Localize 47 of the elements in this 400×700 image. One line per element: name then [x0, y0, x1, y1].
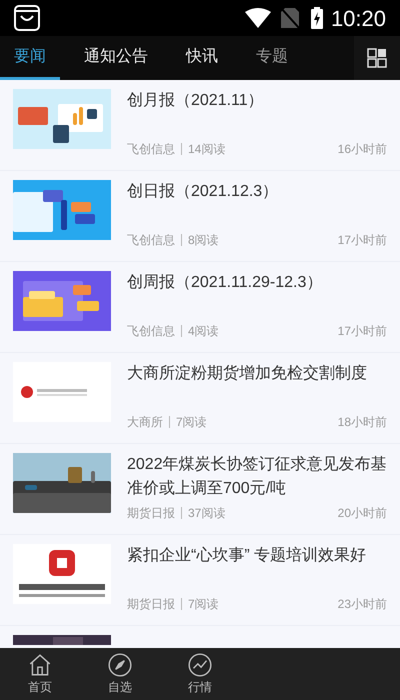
grid-icon [367, 48, 387, 68]
article-source: 飞创信息 [127, 232, 175, 249]
home-icon [27, 652, 53, 678]
read-count: 37阅读 [188, 505, 226, 522]
article-time: 17小时前 [338, 232, 387, 249]
read-count: 14阅读 [188, 141, 226, 158]
status-time: 10:20 [330, 4, 386, 32]
article-title: 紧扣企业“心坎事” 专题培训效果好 [127, 546, 368, 566]
article-title: 创周报（2021.11.29-12.3） [127, 273, 324, 293]
no-sim-icon [280, 8, 299, 28]
article-time: 16小时前 [338, 141, 387, 158]
article-title: 创月报（2021.11） [127, 91, 265, 111]
app-notification-icon [14, 5, 40, 31]
article-row[interactable]: 紧扣企业“心坎事” 专题培训效果好 期货日报 7阅读 23小时前 [0, 535, 400, 626]
article-title: 大商所淀粉期货增加免检交割制度 [127, 364, 368, 384]
read-count: 7阅读 [188, 596, 219, 613]
tab[interactable]: 要闻 [0, 36, 60, 80]
bottom-nav-tab[interactable]: 首页 [0, 648, 80, 700]
read-count: 7阅读 [176, 414, 207, 431]
article-source: 期货日报 [127, 505, 175, 522]
compass-icon [107, 652, 133, 678]
article-row[interactable]: 创月报（2021.11） 飞创信息 14阅读 16小时前 [0, 80, 400, 171]
chart-icon [187, 652, 213, 678]
bottom-nav-tab[interactable]: 行情 [160, 648, 240, 700]
tab[interactable]: 快讯 [172, 36, 232, 80]
tab[interactable]: 专题 [242, 36, 302, 80]
battery-charging-icon [310, 7, 323, 29]
article-row[interactable]: 2022年煤炭长协签订征求意见发布基准价或上调至700元/吨 期货日报 37阅读 20小时前 [0, 444, 400, 535]
read-count: 8阅读 [188, 232, 219, 249]
article-time: 23小时前 [338, 596, 387, 613]
article-time: 20小时前 [338, 505, 387, 522]
article-source: 飞创信息 [127, 323, 175, 340]
article-row[interactable]: 创周报（2021.11.29-12.3） 飞创信息 4阅读 17小时前 [0, 262, 400, 353]
article-row[interactable]: 创日报（2021.12.3） 飞创信息 8阅读 17小时前 [0, 171, 400, 262]
bottom-nav-tab[interactable]: 自选 [80, 648, 160, 700]
article-row[interactable]: 大商所淀粉期货增加免检交割制度 大商所 7阅读 18小时前 [0, 353, 400, 444]
wifi-icon [244, 8, 271, 28]
article-time: 18小时前 [338, 414, 387, 431]
article-title: 创日报（2021.12.3） [127, 182, 280, 202]
tab[interactable]: 通知公告 [70, 36, 162, 80]
read-count: 4阅读 [188, 323, 219, 340]
article-source: 期货日报 [127, 596, 175, 613]
article-source: 大商所 [127, 414, 163, 431]
article-time: 17小时前 [338, 323, 387, 340]
article-source: 飞创信息 [127, 141, 175, 158]
grid-menu-button[interactable] [354, 36, 400, 80]
article-title: 2022年煤炭长协签订征求意见发布基准价或上调至700元/吨 [127, 454, 387, 499]
